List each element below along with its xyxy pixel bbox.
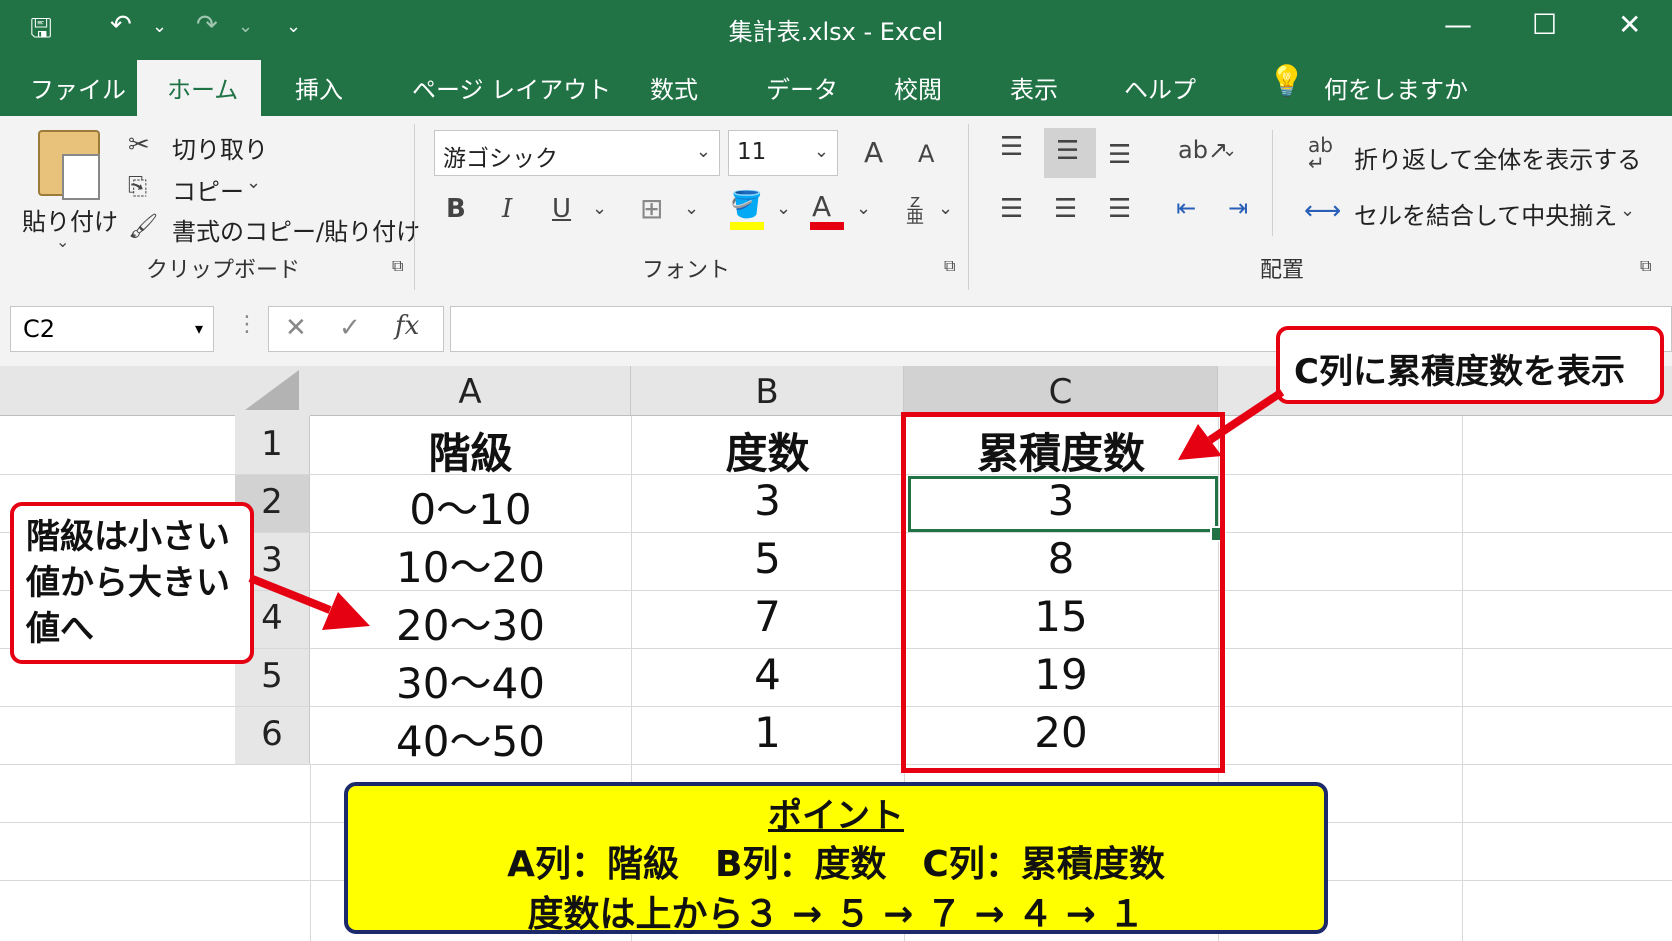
arrow-to-class-column — [248, 574, 370, 630]
point-title: ポイント — [768, 796, 904, 836]
point-box: ポイント A列：階級 B列：度数 C列：累積度数 度数は上から３ → ５ → ７… — [344, 782, 1328, 935]
point-line-2: 度数は上から３ → ５ → ７ → ４ → １ — [527, 894, 1145, 935]
arrow-to-column-c — [1178, 388, 1285, 460]
point-line-1: A列：階級 B列：度数 C列：累積度数 — [507, 844, 1165, 885]
